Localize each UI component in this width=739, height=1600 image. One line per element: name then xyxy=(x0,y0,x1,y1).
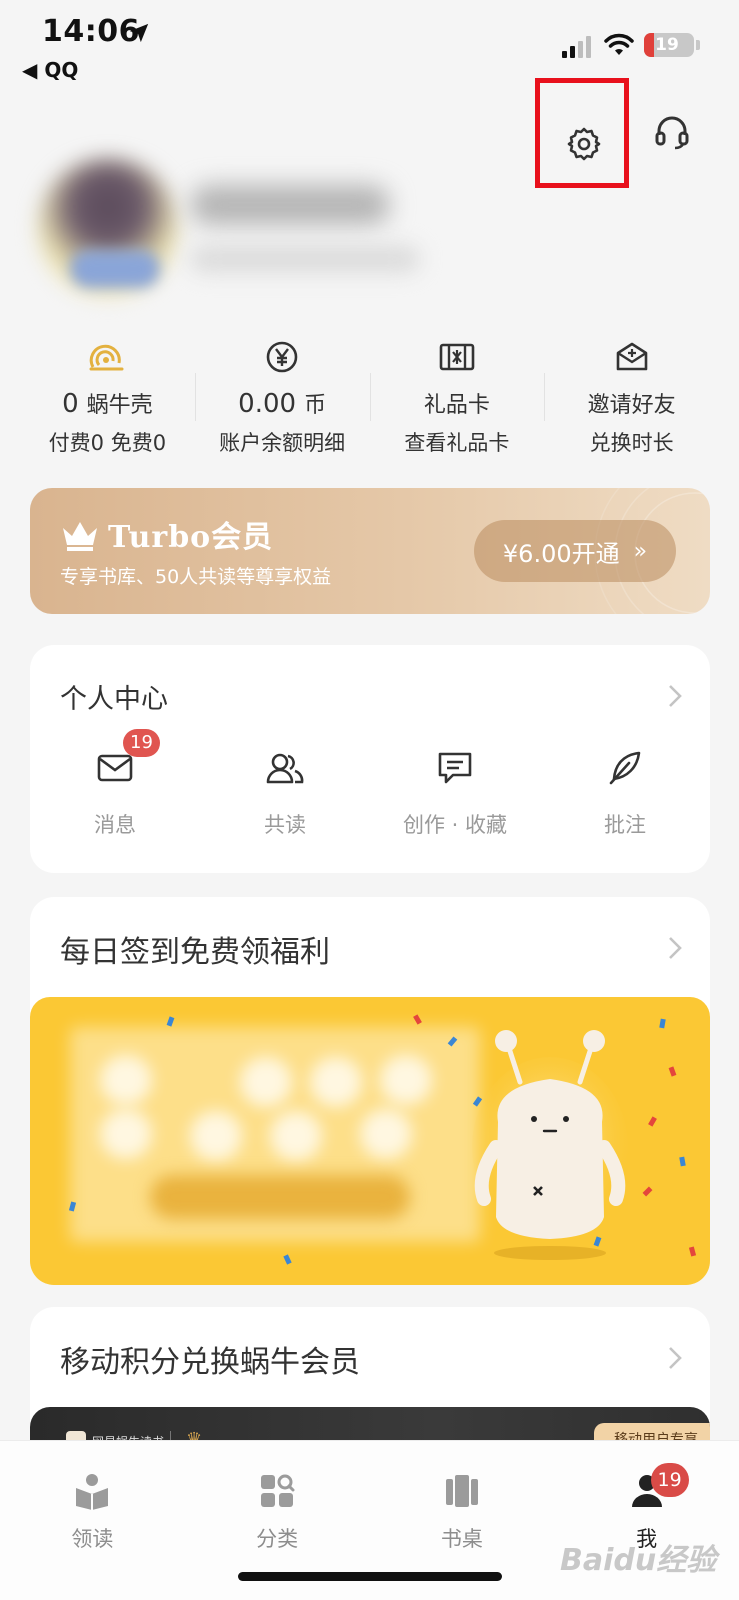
signin-banner[interactable] xyxy=(30,997,710,1285)
confetti xyxy=(166,1016,175,1027)
username-blurred xyxy=(190,185,390,225)
turbo-member-card[interactable]: Turbo会员 专享书库、50人共读等尊享权益 ¥6.00开通 » xyxy=(30,488,710,614)
crown-icon xyxy=(63,522,97,551)
signin-button-blurred xyxy=(150,1175,410,1219)
daily-signin-title[interactable]: 每日签到免费领福利 xyxy=(60,927,330,971)
confetti xyxy=(688,1246,697,1257)
double-chevron-icon: » xyxy=(633,538,648,564)
category-icon xyxy=(261,1474,295,1507)
bookshelf-icon xyxy=(445,1475,478,1507)
co-reading-label: 共读 xyxy=(264,813,306,837)
stat-snail-shell[interactable]: 0 蜗牛壳 付费0 免费0 xyxy=(20,335,195,460)
book-icon xyxy=(76,1474,109,1510)
feature-messages[interactable]: 19 消息 xyxy=(30,729,200,839)
balance-detail-link: 账户余额明细 xyxy=(219,431,346,455)
turbo-title: Turbo会员 xyxy=(108,520,274,555)
coin-balance: 0.00 xyxy=(238,389,297,419)
turbo-open-button[interactable]: ¥6.00开通 » xyxy=(474,520,676,582)
daily-signin-card: 每日签到免费领福利 xyxy=(30,897,710,1285)
snail-mascot-icon xyxy=(472,1030,628,1260)
blurred-dot xyxy=(100,1055,152,1105)
chevron-right-icon[interactable] xyxy=(666,1345,684,1371)
chevron-right-icon[interactable] xyxy=(666,683,684,709)
blurred-dot xyxy=(360,1109,412,1159)
account-stats: 0 蜗牛壳 付费0 免费0 0.00 币 账户余额明细 礼品卡 查看礼品卡 邀请… xyxy=(20,335,719,460)
customer-service-button[interactable] xyxy=(640,100,704,164)
invite-friends-label: 邀请好友 xyxy=(587,393,676,418)
blurred-dot xyxy=(190,1111,242,1161)
battery-indicator: 19 xyxy=(644,33,694,57)
snail-shell-detail: 付费0 免费0 xyxy=(48,431,167,455)
status-bar: 14:06 ◀ QQ 19 xyxy=(0,0,739,90)
feature-co-reading[interactable]: 共读 xyxy=(200,745,370,839)
blurred-dot xyxy=(380,1055,432,1105)
location-arrow-icon xyxy=(129,23,149,43)
snail-shell-unit: 蜗牛壳 xyxy=(86,393,153,418)
personal-center-title[interactable]: 个人中心 xyxy=(60,677,168,716)
turbo-subtitle: 专享书库、50人共读等尊享权益 xyxy=(60,566,332,588)
view-gift-card-link: 查看礼品卡 xyxy=(404,431,510,455)
battery-level: 19 xyxy=(655,35,679,55)
yen-coin-icon xyxy=(266,341,298,373)
confetti xyxy=(668,1066,677,1077)
blurred-dot xyxy=(310,1057,362,1107)
feature-annotations[interactable]: 批注 xyxy=(540,745,710,839)
gift-card-icon xyxy=(439,343,475,371)
wifi-icon xyxy=(604,33,634,55)
headset-icon xyxy=(655,116,689,150)
gift-card-label: 礼品卡 xyxy=(423,393,490,418)
blurred-dot xyxy=(100,1109,152,1159)
baidu-watermark: Baidu经验 xyxy=(560,1543,717,1578)
mail-icon xyxy=(97,754,133,782)
annotations-label: 批注 xyxy=(604,813,646,837)
feather-icon xyxy=(609,751,641,785)
confetti xyxy=(642,1186,653,1197)
redeem-duration-label: 兑换时长 xyxy=(589,431,674,455)
confetti xyxy=(659,1018,666,1029)
feature-creation-favorites[interactable]: 创作 · 收藏 xyxy=(370,745,540,839)
tab-category-label: 分类 xyxy=(256,1527,299,1551)
confetti xyxy=(679,1156,686,1167)
turbo-price-label: ¥6.00开通 xyxy=(502,539,620,568)
stat-gift-card[interactable]: 礼品卡 查看礼品卡 xyxy=(369,335,545,460)
status-time: 14:06 xyxy=(42,14,140,49)
snail-shell-icon xyxy=(89,344,124,371)
battery-tip xyxy=(696,40,700,50)
confetti xyxy=(413,1014,422,1025)
me-tab-badge: 19 xyxy=(650,1463,689,1497)
people-icon xyxy=(266,753,304,784)
invite-envelope-icon xyxy=(616,342,647,371)
stat-invite[interactable]: 邀请好友 兑换时长 xyxy=(544,335,719,460)
mobile-points-title[interactable]: 移动积分兑换蜗牛会员 xyxy=(60,1337,360,1381)
personal-center-card: 个人中心 19 消息 共读 创作 · 收藏 批注 xyxy=(30,645,710,873)
blurred-dot xyxy=(240,1057,292,1107)
coin-unit: 币 xyxy=(304,393,327,418)
cellular-signal-icon xyxy=(562,36,591,58)
stat-coins[interactable]: 0.00 币 账户余额明细 xyxy=(194,335,370,460)
blurred-dot xyxy=(270,1111,322,1161)
home-indicator[interactable] xyxy=(238,1572,502,1581)
settings-highlight-box xyxy=(535,78,629,188)
chevron-right-icon[interactable] xyxy=(666,935,684,961)
messages-label: 消息 xyxy=(94,813,136,837)
back-to-app-link[interactable]: ◀ QQ xyxy=(22,58,78,82)
message-badge: 19 xyxy=(123,729,160,757)
creation-favorites-label: 创作 · 收藏 xyxy=(402,813,508,837)
confetti xyxy=(283,1254,292,1265)
user-subtitle-blurred xyxy=(190,245,420,273)
tab-leading-read-label: 领读 xyxy=(71,1527,114,1551)
profile-header[interactable] xyxy=(30,150,490,320)
confetti xyxy=(648,1116,657,1127)
snail-shell-count: 0 xyxy=(62,389,79,419)
avatar-badge xyxy=(70,250,160,288)
tab-leading-read[interactable]: 领读 xyxy=(0,1441,185,1600)
tab-bookshelf-label: 书桌 xyxy=(440,1527,483,1551)
comment-icon xyxy=(438,752,472,784)
